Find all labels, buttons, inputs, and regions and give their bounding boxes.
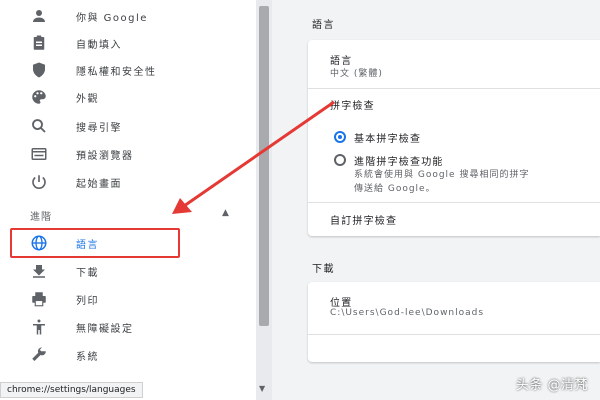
enhanced-spellcheck-radio[interactable]	[334, 154, 346, 166]
divider	[308, 202, 600, 203]
sidebar-item-label: 預設瀏覽器	[76, 150, 134, 162]
download-location-value: C:\Users\God-lee\Downloads	[330, 308, 485, 318]
sidebar-item-appearance[interactable]: 外觀	[0, 84, 256, 110]
status-url: chrome://settings/languages	[0, 382, 143, 398]
wrench-icon	[28, 344, 50, 366]
advanced-section-heading[interactable]: 進階	[30, 208, 52, 223]
language-value[interactable]: 中文 (繁體)	[330, 66, 383, 79]
sidebar-item-label: 系統	[76, 351, 99, 363]
power-icon	[28, 171, 50, 193]
basic-spellcheck-label[interactable]: 基本拼字檢查	[354, 130, 421, 145]
clipboard-icon	[28, 32, 50, 54]
downloads-card: 位置 C:\Users\God-lee\Downloads	[308, 282, 600, 362]
sidebar-item-label: 起始畫面	[76, 178, 122, 190]
watermark: 头条 @清梵	[515, 378, 588, 393]
sidebar-item-downloads[interactable]: 下載	[0, 258, 256, 284]
scrollbar-thumb[interactable]	[259, 6, 269, 326]
person-icon	[28, 5, 50, 27]
language-label: 語言	[330, 56, 353, 67]
accessibility-icon	[28, 316, 50, 338]
sidebar-item-label: 搜尋引擎	[76, 122, 122, 134]
sidebar-item-accessibility[interactable]: 無障礙設定	[0, 314, 256, 340]
chevron-up-icon[interactable]: ▲	[222, 208, 229, 218]
spellcheck-label: 拼字檢查	[330, 101, 375, 112]
highlight-annotation-box	[10, 228, 180, 258]
sidebar-item-label: 你與 Google	[76, 12, 148, 24]
settings-main: 語言 語言 中文 (繁體) 拼字檢查 基本拼字檢查 進階拼字檢查功能 系統會使用…	[272, 0, 600, 400]
sidebar-item-label: 下載	[76, 267, 99, 279]
sidebar-item-autofill[interactable]: 自動填入	[0, 30, 256, 56]
divider	[308, 334, 600, 335]
languages-card: 語言 中文 (繁體) 拼字檢查 基本拼字檢查 進階拼字檢查功能 系統會使用與 G…	[308, 40, 600, 236]
scroll-down-arrow-icon[interactable]: ▼	[259, 384, 265, 393]
sidebar-item-you-and-google[interactable]: 你與 Google	[0, 3, 256, 29]
sidebar-item-label: 隱私權和安全性	[76, 66, 157, 78]
sidebar-item-default-browser[interactable]: 預設瀏覽器	[0, 141, 256, 167]
browser-icon	[28, 143, 50, 165]
downloads-section-title: 下載	[312, 264, 335, 275]
download-location-label: 位置	[330, 298, 353, 309]
enhanced-spellcheck-description: 系統會使用與 Google 搜尋相同的拼字	[354, 170, 530, 180]
custom-spellcheck-link[interactable]: 自訂拼字檢查	[330, 212, 397, 227]
sidebar-item-printing[interactable]: 列印	[0, 286, 256, 312]
sidebar-item-system[interactable]: 系統	[0, 342, 256, 368]
sidebar-item-label: 列印	[76, 295, 99, 307]
sidebar-item-search-engine[interactable]: 搜尋引擎	[0, 113, 256, 139]
search-icon	[28, 115, 50, 137]
shield-icon	[28, 59, 50, 81]
languages-section-title: 語言	[312, 20, 335, 31]
palette-icon	[28, 86, 50, 108]
enhanced-spellcheck-label[interactable]: 進階拼字檢查功能	[354, 153, 444, 168]
sidebar-item-label: 自動填入	[76, 39, 122, 51]
download-icon	[28, 260, 50, 282]
printer-icon	[28, 288, 50, 310]
divider	[308, 88, 600, 89]
sidebar-item-label: 外觀	[76, 93, 99, 105]
basic-spellcheck-radio[interactable]	[334, 131, 346, 143]
enhanced-spellcheck-description: 傳送給 Google。	[354, 184, 436, 194]
settings-sidebar: 你與 Google 自動填入 隱私權和安全性 外觀 搜尋引擎 預設瀏覽器 起始畫…	[0, 0, 256, 400]
sidebar-item-privacy[interactable]: 隱私權和安全性	[0, 57, 256, 83]
sidebar-item-on-startup[interactable]: 起始畫面	[0, 169, 256, 195]
sidebar-item-label: 無障礙設定	[76, 323, 134, 335]
